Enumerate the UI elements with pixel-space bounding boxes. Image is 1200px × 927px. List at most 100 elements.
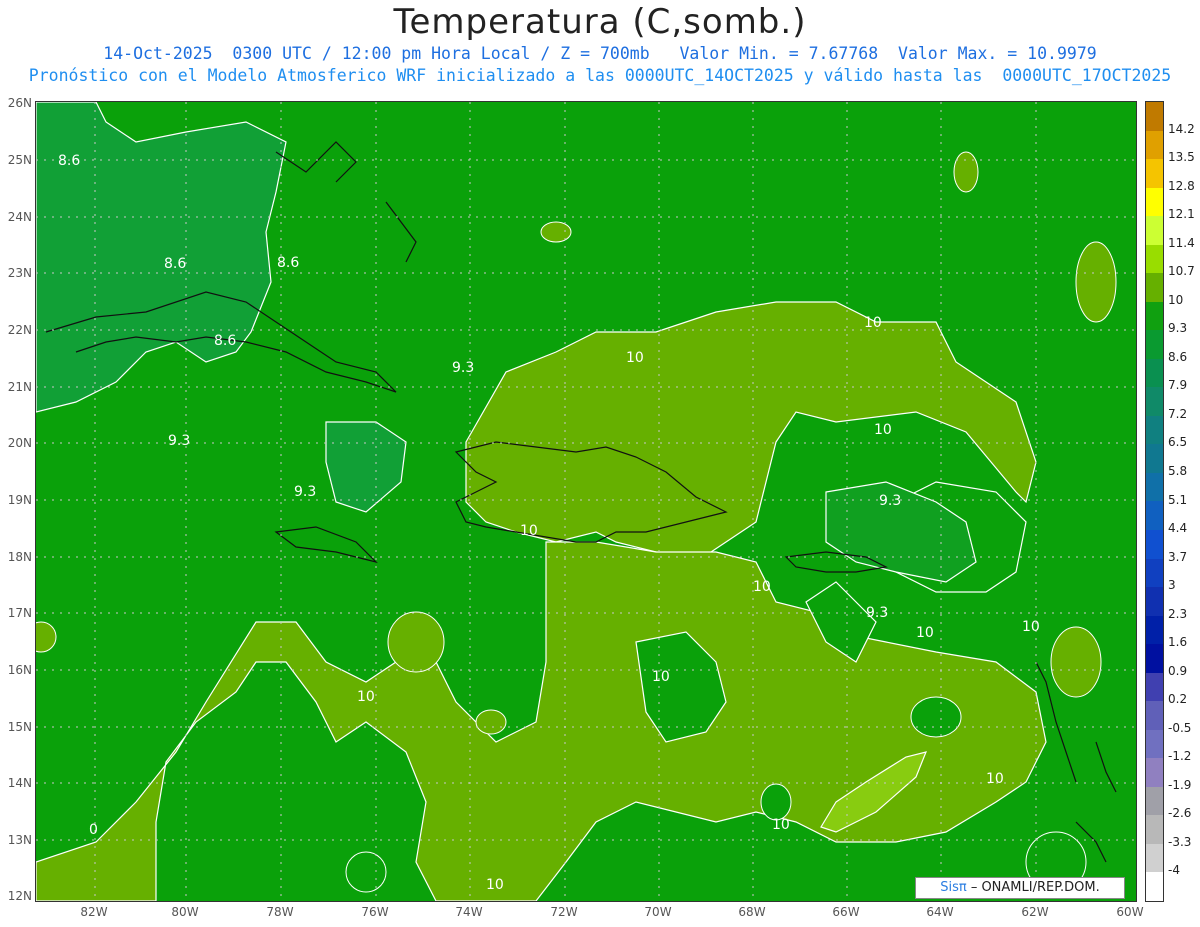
blob-8 bbox=[1050, 626, 1102, 698]
colorbar-label: -2.6 bbox=[1168, 806, 1192, 821]
contour-label: 10 bbox=[864, 315, 882, 331]
colorbar-segment bbox=[1146, 273, 1163, 302]
colorbar-label: 0.2 bbox=[1168, 692, 1188, 707]
lat-label: 26N bbox=[7, 96, 32, 110]
colorbar-segment bbox=[1146, 587, 1163, 616]
colorbar-segment bbox=[1146, 330, 1163, 359]
lon-label: 60W bbox=[1116, 905, 1144, 919]
colorbar-segment bbox=[1146, 843, 1163, 873]
credit-box: Sisπ – ONAMLI/REP.DOM. bbox=[915, 877, 1125, 899]
contour-label: 10 bbox=[874, 422, 892, 438]
lat-label: 20N bbox=[7, 436, 32, 450]
contour-label: 10 bbox=[520, 523, 538, 539]
colorbar-label: 8.6 bbox=[1168, 349, 1188, 364]
colorbar-label: 12.1 bbox=[1168, 207, 1195, 222]
contour-label: 10 bbox=[753, 579, 771, 595]
lat-label: 14N bbox=[7, 776, 32, 790]
contour-label: 10 bbox=[357, 689, 375, 705]
blob-1 bbox=[953, 151, 979, 193]
colorbar-label: 5.1 bbox=[1168, 492, 1188, 507]
colorbar-segment bbox=[1146, 786, 1163, 816]
colorbar-label: 4.4 bbox=[1168, 521, 1188, 536]
colorbar-label: 6.5 bbox=[1168, 435, 1188, 450]
contour-label: 9.3 bbox=[452, 360, 474, 376]
lon-label: 68W bbox=[738, 905, 766, 919]
colorbar-segment bbox=[1146, 815, 1163, 844]
colorbar-segment bbox=[1146, 387, 1163, 416]
colorbar-label: 1.6 bbox=[1168, 635, 1188, 650]
colorbar-label: 7.2 bbox=[1168, 406, 1188, 421]
colorbar-segment bbox=[1146, 130, 1163, 160]
colorbar-label: 3 bbox=[1168, 578, 1176, 593]
colorbar-segment bbox=[1146, 615, 1163, 645]
lat-label: 15N bbox=[7, 720, 32, 734]
contour-label: 9.3 bbox=[168, 433, 190, 449]
colorbar-label: 10 bbox=[1168, 292, 1184, 307]
colorbar-segment bbox=[1146, 872, 1163, 901]
lat-label: 13N bbox=[7, 833, 32, 847]
contour-label: 10 bbox=[486, 877, 504, 893]
colorbar-segment bbox=[1146, 301, 1163, 331]
map-title: Temperatura (C,somb.) bbox=[393, 2, 807, 42]
contour-label: 8.6 bbox=[164, 256, 186, 272]
colorbar-label: -3.3 bbox=[1168, 834, 1192, 849]
map-subtitle-model: Pronóstico con el Modelo Atmosferico WRF… bbox=[28, 66, 1172, 85]
colorbar-label: 10.7 bbox=[1168, 264, 1195, 279]
lat-label: 16N bbox=[7, 663, 32, 677]
lat-label: 25N bbox=[7, 153, 32, 167]
credit-brand: Sisπ bbox=[940, 880, 967, 895]
contour-label: 10 bbox=[916, 625, 934, 641]
temperature-map: 8.6 8.6 8.6 8.6 9.3 9.3 9.3 9.3 9.3 10 1… bbox=[36, 102, 1136, 901]
lon-label: 80W bbox=[171, 905, 199, 919]
contour-label: 10 bbox=[652, 669, 670, 685]
lon-label: 74W bbox=[455, 905, 483, 919]
lon-label: 70W bbox=[644, 905, 672, 919]
contour-label: 8.6 bbox=[214, 333, 236, 349]
blob-4 bbox=[475, 709, 507, 735]
colorbar-segment bbox=[1146, 758, 1163, 787]
colorbar-label: -4 bbox=[1168, 863, 1180, 878]
blob-10 bbox=[345, 851, 387, 893]
lon-label: 66W bbox=[832, 905, 860, 919]
colorbar-label: -0.5 bbox=[1168, 720, 1192, 735]
colorbar-label: -1.2 bbox=[1168, 749, 1192, 764]
blob-3 bbox=[387, 611, 445, 673]
contour-label: 9.3 bbox=[879, 493, 901, 509]
contour-label: 9.3 bbox=[866, 605, 888, 621]
colorbar-segment bbox=[1146, 644, 1163, 673]
colorbar-segment bbox=[1146, 244, 1163, 274]
contour-label: 10 bbox=[986, 771, 1004, 787]
contour-label: 0 bbox=[89, 822, 98, 838]
lat-label: 23N bbox=[7, 266, 32, 280]
colorbar-label: 12.8 bbox=[1168, 178, 1195, 193]
colorbar-segment bbox=[1146, 415, 1163, 445]
lat-label: 18N bbox=[7, 550, 32, 564]
colorbar-label: 0.9 bbox=[1168, 663, 1188, 678]
colorbar-segment bbox=[1146, 529, 1163, 559]
colorbar-segment bbox=[1146, 558, 1163, 588]
blob-2 bbox=[540, 221, 572, 243]
lat-label: 12N bbox=[7, 889, 32, 903]
blob-9 bbox=[760, 783, 792, 821]
contour-label: 8.6 bbox=[277, 255, 299, 271]
blob-7 bbox=[910, 696, 962, 738]
contour-label: 10 bbox=[626, 350, 644, 366]
colorbar-segment bbox=[1146, 159, 1163, 188]
credit-text: – ONAMLI/REP.DOM. bbox=[966, 880, 1100, 895]
colorbar-segment bbox=[1146, 187, 1163, 217]
colorbar-label: 7.9 bbox=[1168, 378, 1188, 393]
colorbar-segment bbox=[1146, 444, 1163, 473]
map-area: 8.6 8.6 8.6 8.6 9.3 9.3 9.3 9.3 9.3 10 1… bbox=[35, 101, 1137, 902]
map-subtitle-time: 14-Oct-2025 0300 UTC / 12:00 pm Hora Loc… bbox=[103, 44, 1097, 63]
colorbar-label: 2.3 bbox=[1168, 606, 1188, 621]
contour-label: 10 bbox=[772, 817, 790, 833]
lat-label: 21N bbox=[7, 380, 32, 394]
colorbar-segment bbox=[1146, 358, 1163, 388]
colorbar-segment bbox=[1146, 729, 1163, 759]
colorbar-label: 11.4 bbox=[1168, 235, 1195, 250]
contour-label: 8.6 bbox=[58, 153, 80, 169]
lon-label: 72W bbox=[550, 905, 578, 919]
lat-label: 19N bbox=[7, 493, 32, 507]
colorbar-label: 9.3 bbox=[1168, 321, 1188, 336]
lat-label: 17N bbox=[7, 606, 32, 620]
